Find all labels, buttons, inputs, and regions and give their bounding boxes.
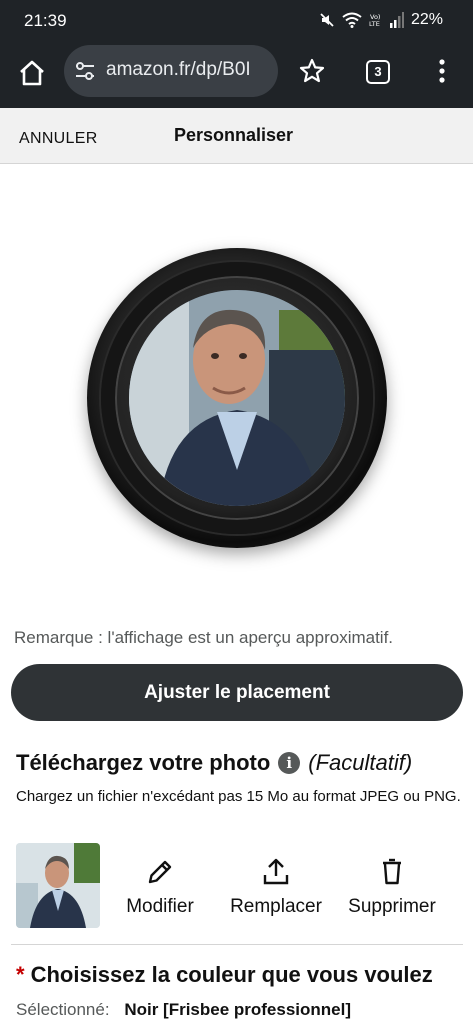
info-icon[interactable]: i [278,752,301,774]
home-icon[interactable] [16,57,48,89]
mute-icon [320,13,334,27]
color-section-title: * Choisissez la couleur que vous voulez [16,962,433,988]
selected-value: Noir [Frisbee professionnel] [124,1000,352,1019]
required-mark: * [16,962,25,987]
browser-toolbar: amazon.fr/dp/B0I 3 [0,42,473,108]
star-icon[interactable] [298,57,326,85]
replace-label: Remplacer [230,896,322,917]
status-bar: 21:39 Vo) LTE 22% [0,0,473,42]
frisbee-image [87,248,387,548]
url-text[interactable]: amazon.fr/dp/B0I [106,59,251,81]
preview-photo [129,290,345,506]
upload-section-title: Téléchargez votre photo i (Facultatif) [16,750,412,776]
more-vert-icon[interactable] [438,58,446,86]
adjust-placement-button[interactable]: Ajuster le placement [11,664,463,721]
site-settings-icon[interactable] [74,60,96,82]
delete-button[interactable]: Supprimer [342,856,442,918]
modify-label: Modifier [126,896,194,917]
portrait-image [129,290,345,506]
cancel-button[interactable]: ANNULER [19,130,98,148]
upload-title: Téléchargez votre photo [16,750,271,775]
status-icons: Vo) LTE 22% [319,11,443,29]
address-bar[interactable]: amazon.fr/dp/B0I [64,45,278,97]
replace-button[interactable]: Remplacer [226,856,326,918]
trash-icon [383,858,401,885]
selected-color-row: Sélectionné: Noir [Frisbee professionnel… [16,1000,351,1020]
preview-note: Remarque : l'affichage est un aperçu app… [14,628,394,647]
volte-icon: Vo) LTE [369,13,380,28]
selected-label: Sélectionné: [16,1000,110,1019]
uploaded-photo-thumbnail[interactable] [16,843,100,928]
status-time: 21:39 [24,11,67,30]
upload-icon [263,858,289,885]
page-title: Personnaliser [174,125,294,145]
optional-label: (Facultatif) [308,750,413,775]
signal-icon [389,12,404,28]
modify-button[interactable]: Modifier [118,856,202,918]
section-divider [11,944,463,945]
wifi-icon [342,12,362,28]
customizer-header: ANNULER Personnaliser [0,108,473,164]
delete-label: Supprimer [348,896,436,917]
pencil-icon [148,860,172,884]
tabs-icon[interactable]: 3 [366,60,390,84]
battery-level: 22% [410,11,443,28]
svg-text:LTE: LTE [369,20,380,28]
upload-description: Chargez un fichier n'excédant pas 15 Mo … [16,788,461,805]
product-preview [85,230,389,560]
color-title: Choisissez la couleur que vous voulez [30,962,433,987]
